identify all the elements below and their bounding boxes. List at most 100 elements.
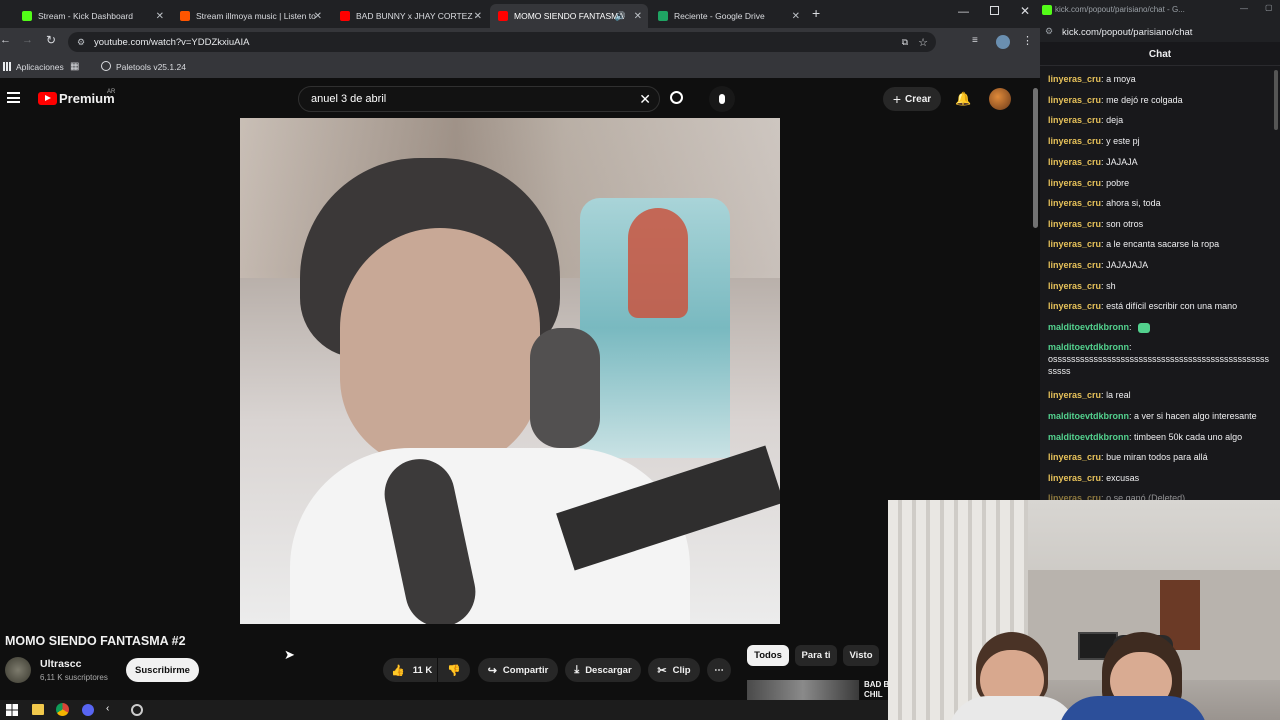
chat-username[interactable]: malditoevtdkbronn (1048, 322, 1129, 332)
media-control-icon[interactable]: ≡ (972, 35, 978, 46)
recommended-title[interactable]: BAD B CHIL (864, 680, 889, 700)
chat-username[interactable]: linyeras_cru (1048, 260, 1101, 270)
tab-momo[interactable]: MOMO SIENDO FANTASMA 🔊 ✕ (490, 4, 648, 28)
bookmark-paletools[interactable]: Paletools v25.1.24 (116, 62, 186, 72)
chat-username[interactable]: linyeras_cru (1048, 157, 1101, 167)
chrome-icon[interactable] (56, 703, 69, 716)
webcam-person2-shirt (1058, 696, 1208, 720)
search-icon[interactable] (670, 91, 683, 104)
chat-message: linyeras_cru: JAJAJAJA (1048, 259, 1270, 271)
url-text: youtube.com/watch?v=YDDZkxiuAIA (94, 36, 250, 48)
install-icon[interactable]: ⧉ (902, 37, 908, 48)
video-player[interactable] (240, 118, 780, 624)
page-scrollbar[interactable] (1033, 88, 1038, 228)
forward-icon[interactable]: → (22, 34, 33, 46)
chat-username[interactable]: linyeras_cru (1048, 452, 1101, 462)
menu-icon[interactable]: ⋮ (1022, 34, 1033, 47)
close-icon[interactable]: ✕ (314, 11, 322, 22)
close-icon[interactable]: ✕ (156, 11, 164, 22)
close-window-button[interactable]: ✕ (1020, 4, 1030, 18)
file-explorer-icon[interactable] (32, 704, 44, 715)
chat-username[interactable]: linyeras_cru (1048, 115, 1101, 125)
clear-search-icon[interactable]: ✕ (639, 91, 651, 108)
tune-icon[interactable]: ⚙ (1045, 26, 1053, 37)
channel-name[interactable]: Ultrascc (40, 658, 81, 670)
close-icon[interactable]: ✕ (474, 11, 482, 22)
chip-visto[interactable]: Visto (843, 645, 879, 666)
discord-icon[interactable] (82, 704, 94, 716)
maximize-button[interactable] (990, 6, 999, 15)
microphone-icon (719, 94, 725, 104)
more-actions-button[interactable]: ⋯ (707, 658, 731, 682)
account-avatar[interactable] (989, 88, 1011, 110)
site-info-icon[interactable]: ⚙ (77, 37, 85, 48)
tab-label: Reciente - Google Drive (674, 11, 765, 21)
chat-username[interactable]: linyeras_cru (1048, 219, 1101, 229)
close-icon[interactable]: ✕ (792, 11, 800, 22)
share-button[interactable]: ↪ Compartir (478, 658, 558, 682)
profile-avatar[interactable] (996, 35, 1010, 49)
search-input[interactable]: anuel 3 de abril ✕ (298, 86, 660, 112)
reload-icon[interactable]: ↻ (46, 33, 56, 47)
chip-para-ti[interactable]: Para ti (795, 645, 837, 666)
chat-text: y este pj (1106, 136, 1140, 146)
back-icon[interactable]: ← (0, 34, 11, 46)
chat-username[interactable]: linyeras_cru (1048, 198, 1101, 208)
tab-soundcloud[interactable]: Stream illmoya music | Listen to ✕ (172, 4, 328, 28)
bookmark-star-icon[interactable]: ☆ (918, 36, 928, 49)
dislike-button[interactable]: 👎 (438, 658, 470, 682)
hamburger-menu-icon[interactable] (7, 92, 20, 103)
chat-username[interactable]: malditoevtdkbronn (1048, 411, 1129, 421)
share-label: Compartir (502, 664, 549, 676)
webcam-overlay (888, 500, 1280, 720)
clip-button[interactable]: ✂ Clip (648, 658, 700, 682)
grid-icon[interactable]: ▦ (70, 61, 79, 72)
channel-avatar[interactable] (5, 657, 31, 683)
chat-text: a moya (1106, 74, 1136, 84)
kick-icon (22, 11, 32, 21)
chat-username[interactable]: linyeras_cru (1048, 239, 1101, 249)
back-arrow-icon[interactable]: ‹ (106, 703, 109, 714)
notifications-bell-icon[interactable]: 🔔 (955, 91, 971, 107)
minimize-button[interactable]: — (958, 6, 969, 18)
windows-start-icon[interactable] (6, 704, 18, 716)
obs-icon[interactable] (131, 704, 143, 716)
tab-bad-bunny[interactable]: BAD BUNNY x JHAY CORTEZ - ✕ (332, 4, 488, 28)
subscribe-button[interactable]: Suscribirme (126, 658, 199, 682)
youtube-logo-icon[interactable] (38, 92, 57, 105)
search-query: anuel 3 de abril (311, 93, 387, 105)
voice-search-button[interactable] (709, 86, 735, 112)
chat-username[interactable]: malditoevtdkbronn (1048, 432, 1129, 442)
chat-username[interactable]: linyeras_cru (1048, 136, 1101, 146)
chat-username[interactable]: linyeras_cru (1048, 281, 1101, 291)
close-icon[interactable]: ✕ (634, 11, 642, 22)
chat-scrollbar[interactable] (1274, 70, 1278, 130)
chat-username[interactable]: linyeras_cru (1048, 95, 1101, 105)
chat-username[interactable]: linyeras_cru (1048, 74, 1101, 84)
tab-google-drive[interactable]: Reciente - Google Drive ✕ (650, 4, 806, 28)
download-button[interactable]: ⤓ Descargar (565, 658, 641, 682)
recommended-thumbnail[interactable] (747, 680, 859, 700)
chat-username[interactable]: linyeras_cru (1048, 178, 1101, 188)
mouse-cursor: ➤ (284, 647, 295, 662)
new-tab-button[interactable]: + (812, 5, 820, 21)
like-button[interactable]: 👍 11 K (383, 658, 437, 682)
chat-username[interactable]: linyeras_cru (1048, 473, 1101, 483)
speaker-icon[interactable]: 🔊 (615, 11, 626, 22)
chat-text: está difícil escribir con una mano (1106, 301, 1238, 311)
create-button[interactable]: + Crear (883, 87, 941, 111)
chat-text: osssssssssssssssssssssssssssssssssssssss… (1048, 354, 1270, 376)
url-input[interactable]: ⚙ youtube.com/watch?v=YDDZkxiuAIA ☆ ⧉ (68, 32, 936, 52)
bookmark-aplicaciones[interactable]: Aplicaciones (16, 62, 64, 72)
chip-todos[interactable]: Todos (747, 645, 789, 666)
tab-kick-dashboard[interactable]: Stream - Kick Dashboard ✕ (14, 4, 170, 28)
chat-username[interactable]: linyeras_cru (1048, 301, 1101, 311)
chat-text: deja (1106, 115, 1124, 125)
tab-label: Stream illmoya music | Listen to (196, 11, 316, 21)
chat-username[interactable]: linyeras_cru (1048, 390, 1101, 400)
chat-username[interactable]: malditoevtdkbronn (1048, 342, 1129, 352)
maximize-button[interactable]: ▢ (1265, 3, 1273, 12)
scissors-icon: ✂ (657, 664, 667, 677)
chat-url-bar[interactable]: ⚙ kick.com/popout/parisiano/chat (1040, 22, 1280, 42)
minimize-button[interactable]: — (1240, 4, 1248, 13)
